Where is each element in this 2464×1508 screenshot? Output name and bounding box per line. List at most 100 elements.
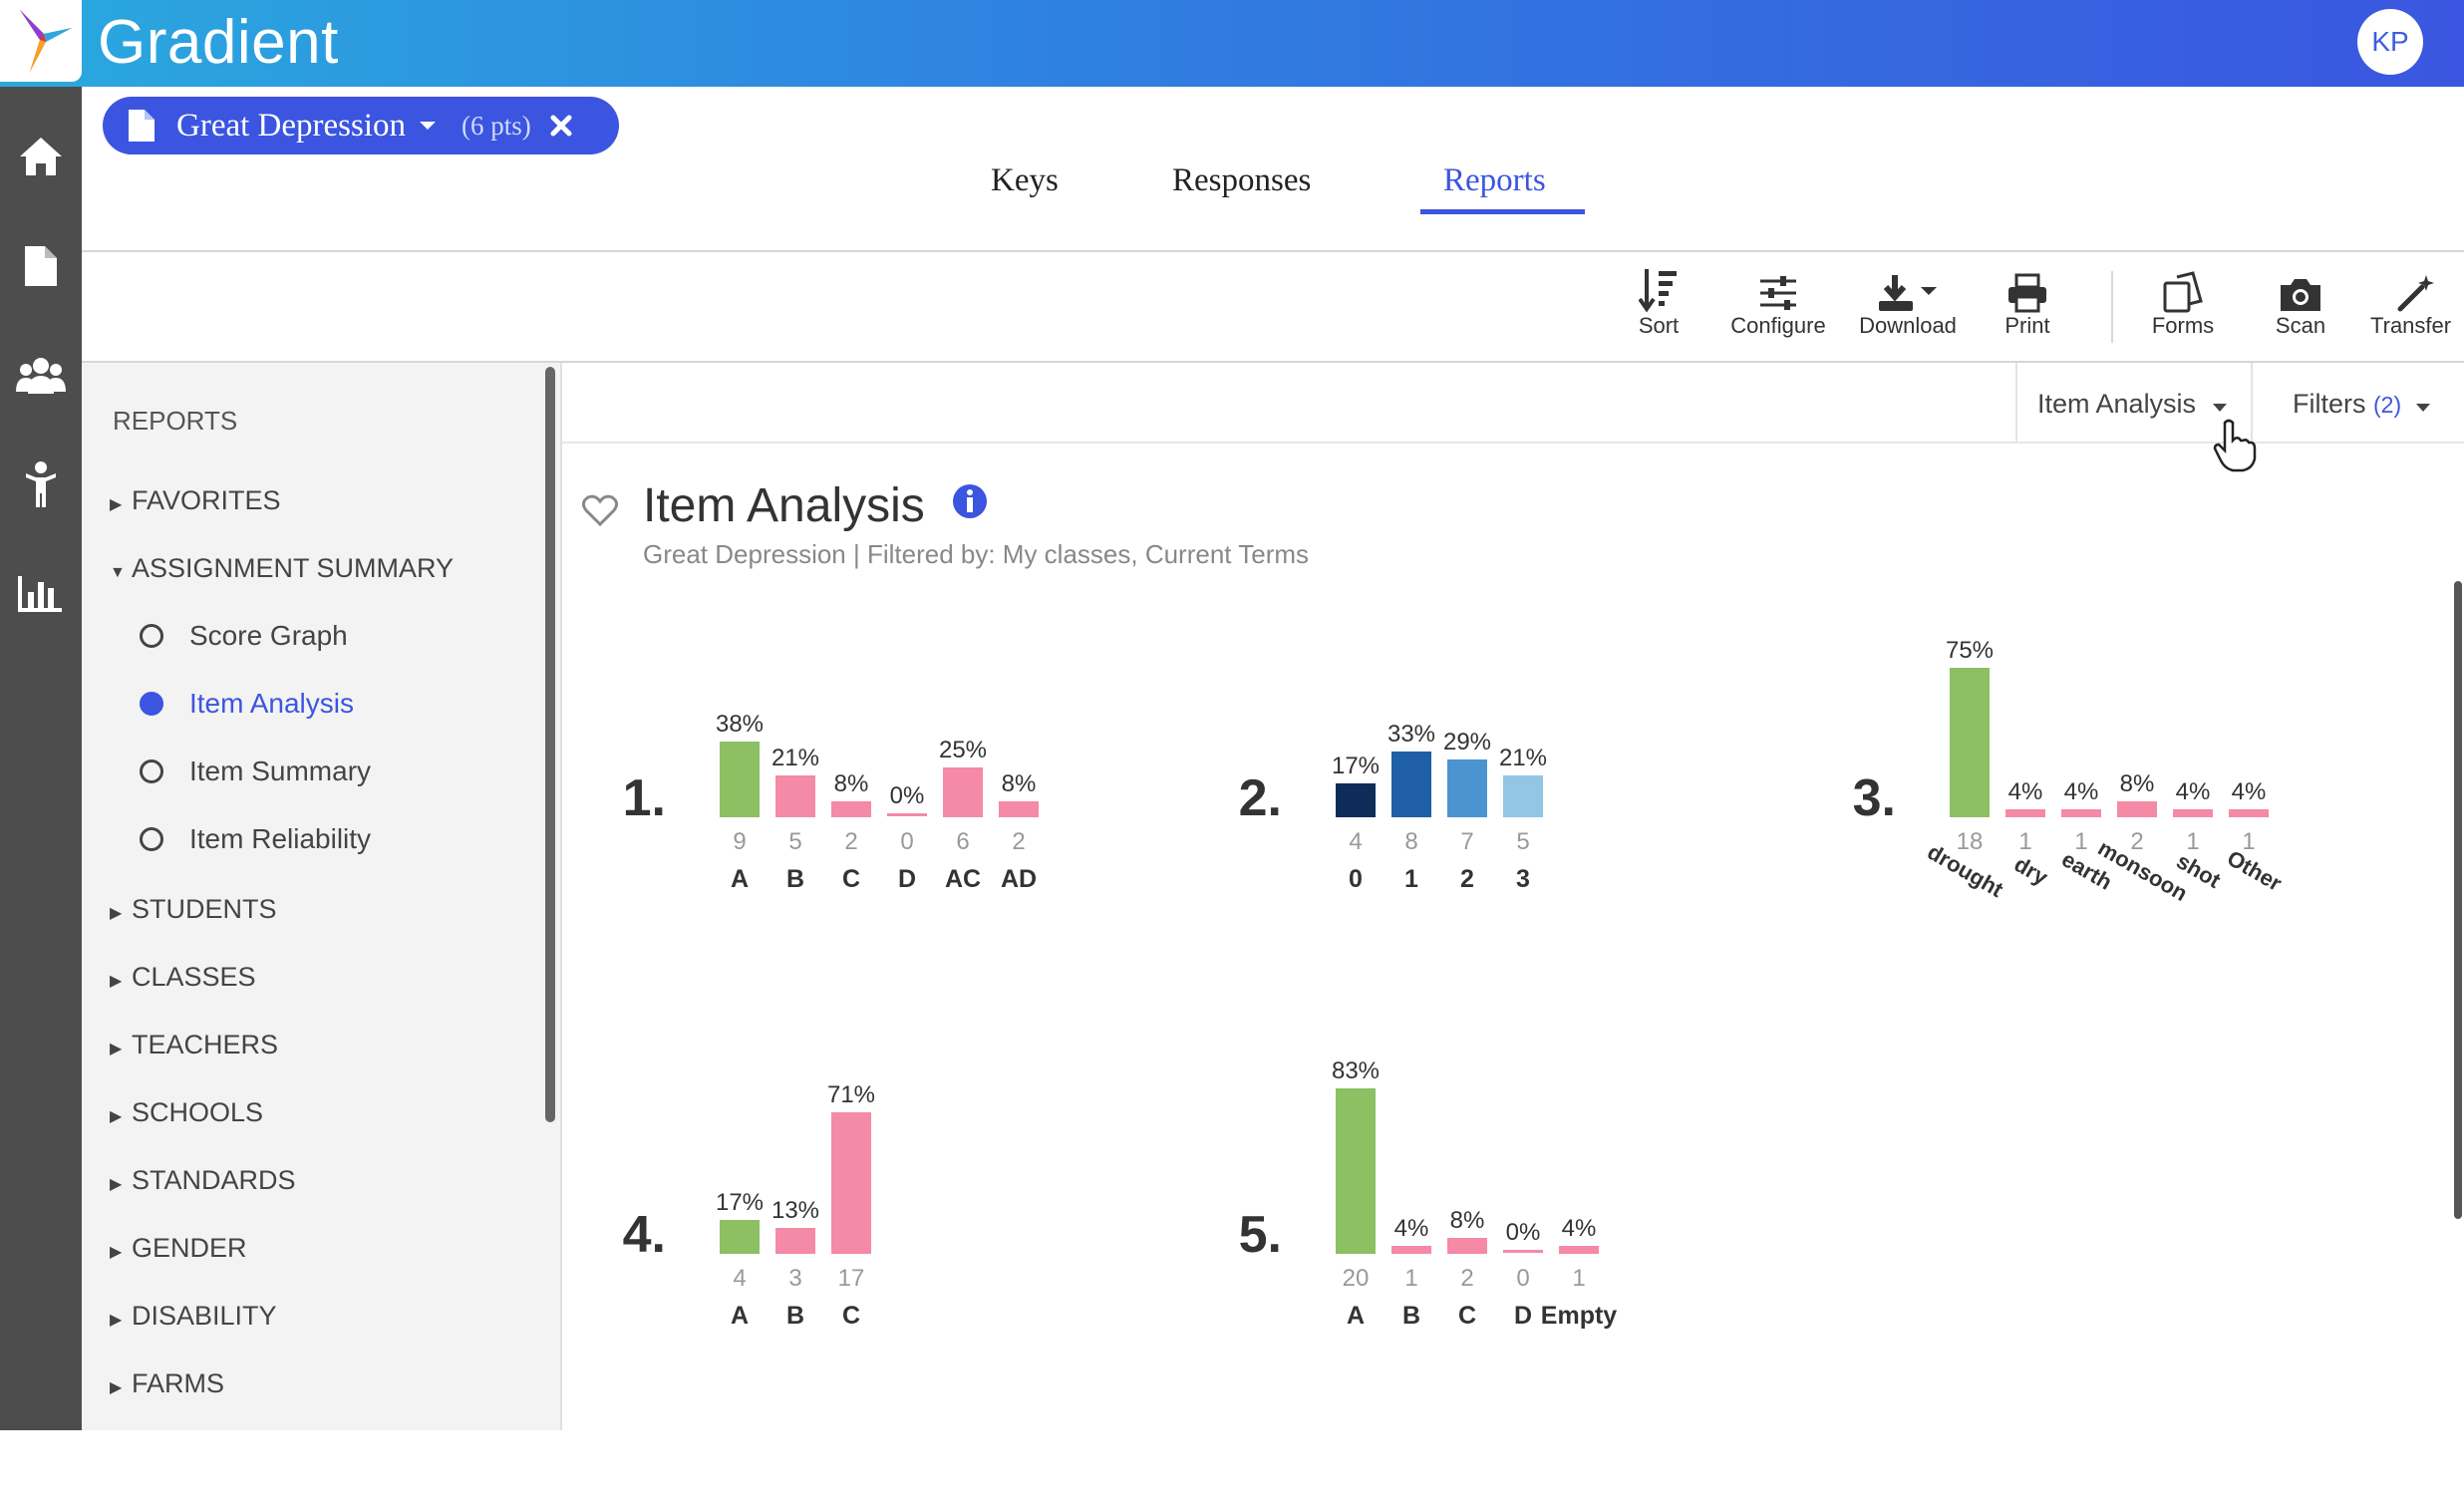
bar — [1503, 775, 1543, 817]
transfer-button[interactable]: Transfer — [2370, 267, 2464, 339]
section-label: ASSIGNMENT SUMMARY — [132, 553, 455, 583]
section-label: TEACHERS — [132, 1030, 279, 1059]
bar-percent-label: 33% — [1387, 721, 1435, 748]
sort-button[interactable]: Sort — [1623, 267, 1694, 339]
divider — [82, 250, 2464, 252]
bar-percent-label: 4% — [1394, 1215, 1429, 1242]
tab-reports[interactable]: Reports — [1443, 162, 1546, 199]
tab-keys[interactable]: Keys — [991, 162, 1059, 199]
item-analysis-charts: 1.38%9A21%5B8%2C0%0D25%6AC8%2AD2.17%4033… — [623, 637, 2287, 1330]
print-button[interactable]: Print — [1992, 267, 2063, 339]
filters-label: Filters — [2293, 389, 2366, 419]
bar-percent-label: 21% — [1499, 745, 1547, 771]
bar-percent-label: 8% — [1002, 770, 1037, 797]
close-icon[interactable] — [549, 114, 573, 138]
hummingbird-logo-icon — [20, 10, 72, 72]
report-type-dropdown[interactable]: Item Analysis — [2037, 389, 2228, 420]
section-label: CLASSES — [132, 962, 256, 992]
bar-percent-label: 4% — [2008, 778, 2043, 805]
sidebar-section-standards[interactable]: ▶ STANDARDS — [110, 1165, 296, 1196]
users-icon[interactable] — [11, 346, 71, 406]
configure-button[interactable]: Configure — [1722, 267, 1834, 339]
bar-count-label: 4 — [1349, 828, 1362, 855]
document-icon[interactable] — [11, 236, 71, 296]
bar — [1447, 1238, 1487, 1254]
sidebar-section-schools[interactable]: ▶ SCHOOLS — [110, 1097, 263, 1128]
bar — [887, 813, 927, 816]
sidebar-section-gender[interactable]: ▶ GENDER — [110, 1233, 247, 1264]
sidebar-item-item-analysis[interactable]: Item Analysis — [140, 688, 354, 720]
filters-count: (2) — [2373, 392, 2402, 418]
item-number-label: 3. — [1853, 769, 1896, 827]
sidebar-section-assignment-summary[interactable]: ▼ ASSIGNMENT SUMMARY — [110, 553, 454, 584]
section-label: STUDENTS — [132, 894, 277, 924]
scan-button[interactable]: Scan — [2265, 267, 2336, 339]
bar — [2117, 801, 2157, 817]
bar — [1336, 783, 1376, 817]
bar — [2173, 809, 2213, 817]
bar — [720, 742, 760, 817]
sidebar-scrollbar[interactable] — [545, 367, 555, 1122]
help-icon[interactable]: ? — [2, 1430, 80, 1508]
divider — [2015, 363, 2017, 443]
radio-icon — [140, 827, 163, 851]
category-label: C — [842, 1302, 860, 1330]
category-label: dry — [2010, 851, 2053, 890]
bar — [2229, 809, 2269, 817]
bar — [1391, 752, 1431, 817]
download-button[interactable]: Download — [1852, 267, 1964, 339]
student-icon[interactable] — [11, 455, 71, 515]
assignment-selector[interactable]: Great Depression (6 pts) — [103, 97, 619, 154]
category-label: B — [786, 865, 804, 893]
section-label: FAVORITES — [132, 485, 281, 515]
bar-chart-icon[interactable] — [11, 563, 71, 623]
sidebar-section-students[interactable]: ▶ STUDENTS — [110, 894, 277, 925]
item-number-label: 4. — [623, 1206, 666, 1264]
gradient-logo[interactable] — [0, 0, 82, 82]
document-icon — [129, 110, 154, 142]
section-label: STANDARDS — [132, 1165, 296, 1195]
report-title: Item Analysis — [643, 478, 988, 533]
item-label: Item Analysis — [189, 688, 354, 719]
sidebar-section-disability[interactable]: ▶ DISABILITY — [110, 1301, 277, 1332]
sidebar-section-farms[interactable]: ▶ FARMS — [110, 1368, 224, 1399]
bar-percent-label: 0% — [890, 782, 925, 809]
sidebar-item-item-reliability[interactable]: Item Reliability — [140, 823, 371, 855]
bar-count-label: 0 — [900, 828, 913, 855]
bar-percent-label: 4% — [2064, 778, 2099, 805]
item-number-label: 5. — [1239, 1206, 1282, 1264]
tab-responses[interactable]: Responses — [1172, 162, 1311, 199]
section-label: SCHOOLS — [132, 1097, 264, 1127]
filters-dropdown[interactable]: Filters (2) — [2293, 389, 2431, 420]
sidebar-section-classes[interactable]: ▶ CLASSES — [110, 962, 256, 993]
heart-icon[interactable] — [582, 494, 618, 526]
forms-button[interactable]: Forms — [2143, 267, 2223, 339]
bar — [1447, 759, 1487, 817]
bar-percent-label: 17% — [716, 1189, 764, 1216]
bar — [1950, 668, 1990, 817]
user-avatar[interactable]: KP — [2357, 9, 2423, 75]
sidebar-item-score-graph[interactable]: Score Graph — [140, 620, 348, 652]
bar-count-label: 1 — [1404, 1265, 1417, 1292]
sidebar-section-favorites[interactable]: ▶ FAVORITES — [110, 485, 281, 516]
left-nav-rail: ? — [0, 87, 82, 1508]
sort-label: Sort — [1638, 313, 1680, 338]
caret-right-icon: ▶ — [110, 1312, 123, 1329]
radio-icon — [140, 759, 163, 783]
info-icon[interactable] — [952, 483, 988, 519]
bar-count-label: 4 — [733, 1265, 746, 1292]
forms-label: Forms — [2151, 313, 2215, 338]
home-icon[interactable] — [11, 127, 71, 186]
sidebar-item-item-summary[interactable]: Item Summary — [140, 755, 371, 787]
sidebar-section-teachers[interactable]: ▶ TEACHERS — [110, 1030, 278, 1060]
bar-count-label: 5 — [1516, 828, 1529, 855]
bar-count-label: 7 — [1460, 828, 1473, 855]
bar-percent-label: 75% — [1946, 637, 1994, 664]
content-scrollbar[interactable] — [2454, 581, 2462, 1219]
category-label: D — [1514, 1302, 1532, 1330]
bar-percent-label: 29% — [1443, 729, 1491, 755]
bar — [775, 1228, 815, 1254]
sidebar-heading: REPORTS — [113, 406, 238, 436]
bar — [720, 1220, 760, 1254]
bar — [2061, 809, 2101, 817]
